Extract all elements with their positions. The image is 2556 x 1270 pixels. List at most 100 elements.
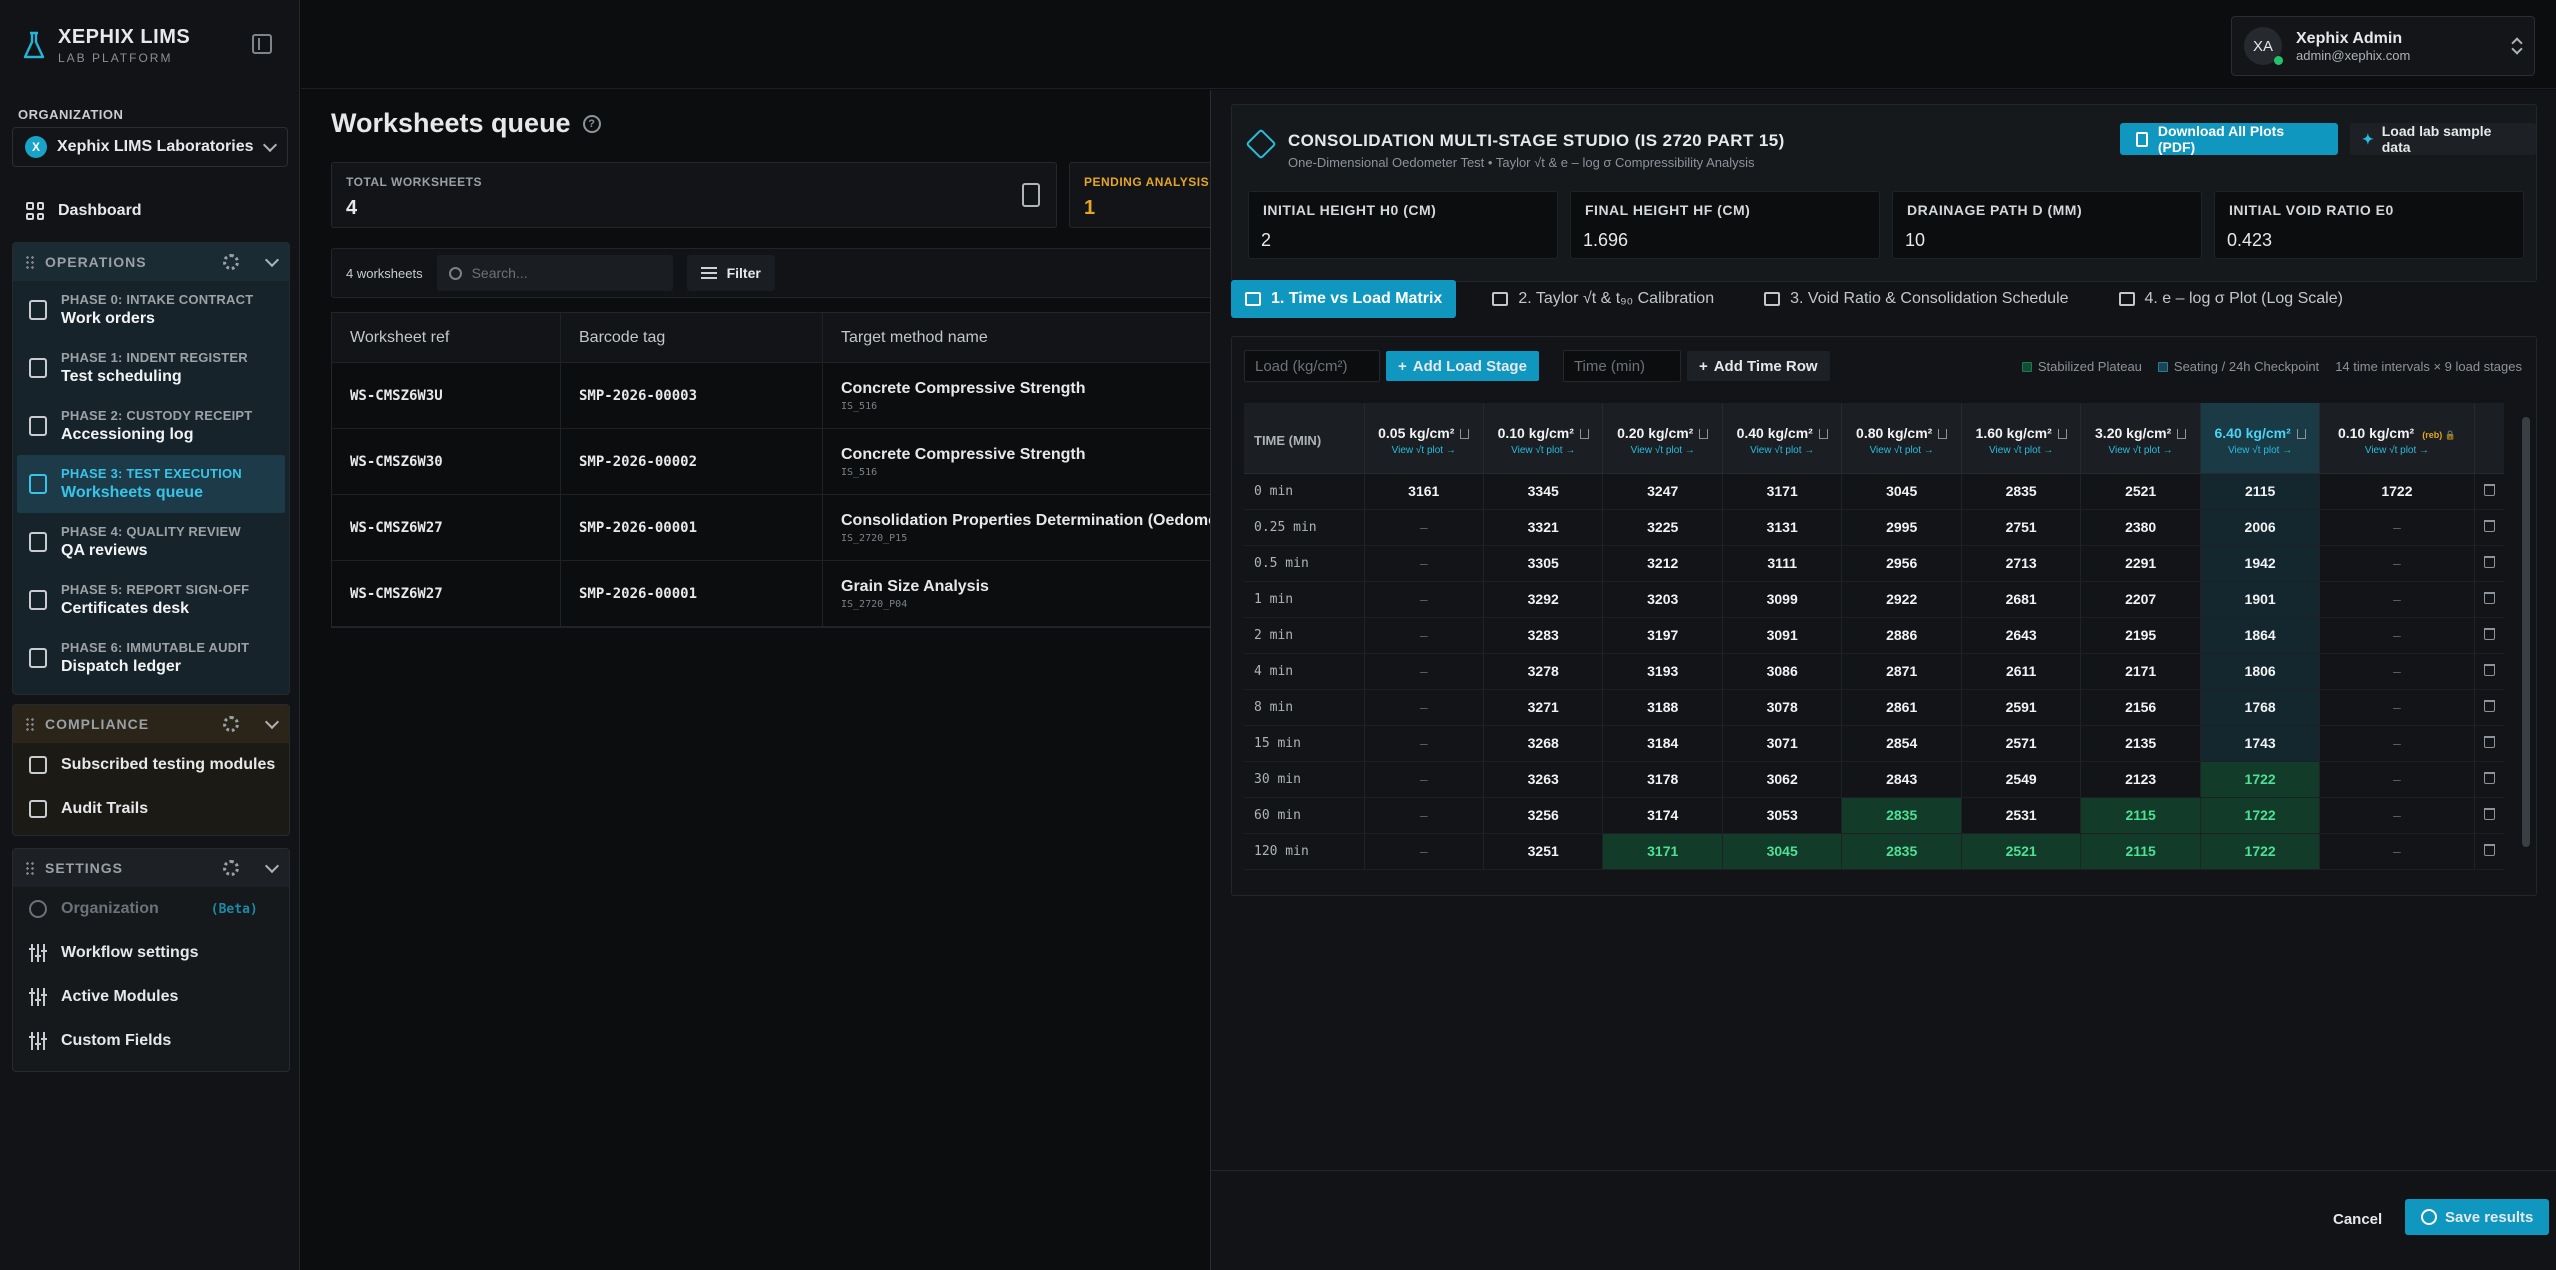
add-time-row-button[interactable]: + Add Time Row	[1686, 351, 1830, 381]
dial-reading-cell[interactable]: 1942	[2200, 545, 2321, 582]
dial-reading-cell[interactable]: 3078	[1722, 689, 1843, 726]
matrix-scrollbar[interactable]	[2522, 407, 2530, 867]
nav-phase-3[interactable]: PHASE 3: TEST EXECUTION Worksheets queue	[17, 455, 285, 513]
tab-void-ratio[interactable]: 3. Void Ratio & Consolidation Schedule	[1750, 280, 2082, 318]
dial-reading-cell[interactable]: 1722	[2200, 833, 2321, 870]
dial-reading-cell[interactable]: 3263	[1483, 761, 1604, 798]
dial-reading-cell[interactable]: 3256	[1483, 797, 1604, 834]
column-header[interactable]: Barcode tag	[561, 313, 823, 362]
nav-dashboard[interactable]: Dashboard	[12, 196, 288, 226]
trash-icon[interactable]	[2483, 520, 2495, 532]
dial-reading-cell[interactable]: 2591	[1961, 689, 2082, 726]
dial-reading-cell[interactable]: 2713	[1961, 545, 2082, 582]
dial-reading-cell[interactable]: 2207	[2080, 581, 2201, 618]
dial-reading-cell[interactable]: –	[2319, 761, 2475, 798]
dial-reading-cell[interactable]: 3161	[1364, 473, 1484, 510]
nav-phase-5[interactable]: PHASE 5: REPORT SIGN-OFF Certificates des…	[13, 571, 289, 629]
tab-time-load-matrix[interactable]: 1. Time vs Load Matrix	[1231, 280, 1457, 318]
dial-reading-cell[interactable]: 2956	[1841, 545, 1962, 582]
dial-reading-cell[interactable]: 3193	[1602, 653, 1723, 690]
dial-reading-cell[interactable]: 2531	[1961, 797, 2082, 834]
dial-reading-cell[interactable]: –	[1364, 545, 1484, 582]
view-plot-link[interactable]: View √t plot →	[1723, 445, 1841, 456]
dial-reading-cell[interactable]: 2115	[2080, 833, 2201, 870]
trash-icon[interactable]	[2483, 664, 2495, 676]
drag-handle-icon[interactable]	[25, 255, 35, 269]
view-plot-link[interactable]: View √t plot →	[2201, 445, 2319, 456]
dial-reading-cell[interactable]: –	[2319, 833, 2475, 870]
dial-reading-cell[interactable]: 1722	[2200, 797, 2321, 834]
dial-reading-cell[interactable]: 2843	[1841, 761, 1962, 798]
dial-reading-cell[interactable]: 1864	[2200, 617, 2321, 654]
trash-icon[interactable]	[2177, 429, 2187, 440]
chevron-down-icon[interactable]	[264, 714, 280, 730]
dial-reading-cell[interactable]: 2521	[1961, 833, 2082, 870]
trash-icon[interactable]	[2483, 700, 2495, 712]
view-plot-link[interactable]: View √t plot →	[2081, 445, 2199, 456]
gear-icon[interactable]	[223, 254, 239, 270]
dial-reading-cell[interactable]: 2835	[1841, 833, 1962, 870]
dial-reading-cell[interactable]: –	[1364, 653, 1484, 690]
trash-icon[interactable]	[1818, 429, 1828, 440]
dial-reading-cell[interactable]: –	[1364, 509, 1484, 546]
dial-reading-cell[interactable]: 2751	[1961, 509, 2082, 546]
dial-reading-cell[interactable]: 3178	[1602, 761, 1723, 798]
nav-phase-0[interactable]: PHASE 0: INTAKE CONTRACT Work orders	[13, 281, 289, 339]
dial-reading-cell[interactable]: 2006	[2200, 509, 2321, 546]
dial-reading-cell[interactable]: –	[1364, 761, 1484, 798]
load-stage-header[interactable]: 0.10 kg/cm² (reb) 🔒 View √t plot →	[2319, 403, 2475, 474]
nav-phase-2[interactable]: PHASE 2: CUSTODY RECEIPT Accessioning log	[13, 397, 289, 455]
cancel-button[interactable]: Cancel	[2333, 1211, 2382, 1228]
trash-icon[interactable]	[2296, 429, 2306, 440]
compliance-group-header[interactable]: COMPLIANCE	[13, 705, 289, 743]
param-final-height[interactable]: FINAL HEIGHT HF (CM) 1.696	[1570, 191, 1880, 259]
trash-icon[interactable]	[1460, 429, 1470, 440]
dial-reading-cell[interactable]: 3045	[1841, 473, 1962, 510]
view-plot-link[interactable]: View √t plot →	[1962, 445, 2080, 456]
dial-reading-cell[interactable]: 2115	[2080, 797, 2201, 834]
nav-active-modules[interactable]: Active Modules	[13, 975, 289, 1019]
trash-icon[interactable]	[1938, 429, 1948, 440]
dial-reading-cell[interactable]: 2886	[1841, 617, 1962, 654]
dial-reading-cell[interactable]: –	[2319, 617, 2475, 654]
trash-icon[interactable]	[1579, 429, 1589, 440]
dial-reading-cell[interactable]: 3171	[1602, 833, 1723, 870]
dial-reading-cell[interactable]: 3203	[1602, 581, 1723, 618]
dial-reading-cell[interactable]: –	[2319, 797, 2475, 834]
dial-reading-cell[interactable]: 3278	[1483, 653, 1604, 690]
nav-phase-6[interactable]: PHASE 6: IMMUTABLE AUDIT Dispatch ledger	[13, 629, 289, 687]
dial-reading-cell[interactable]: 3091	[1722, 617, 1843, 654]
dial-reading-cell[interactable]: 1901	[2200, 581, 2321, 618]
drag-handle-icon[interactable]	[25, 717, 35, 731]
dial-reading-cell[interactable]: 2643	[1961, 617, 2082, 654]
dial-reading-cell[interactable]: 3283	[1483, 617, 1604, 654]
dial-reading-cell[interactable]: 3099	[1722, 581, 1843, 618]
param-drainage-path[interactable]: DRAINAGE PATH D (MM) 10	[1892, 191, 2202, 259]
dial-reading-cell[interactable]: 2291	[2080, 545, 2201, 582]
load-stage-header[interactable]: 0.10 kg/cm² View √t plot →	[1483, 403, 1604, 474]
param-void-ratio[interactable]: INITIAL VOID RATIO E0 0.423	[2214, 191, 2524, 259]
dial-reading-cell[interactable]: 1768	[2200, 689, 2321, 726]
dial-reading-cell[interactable]: 2156	[2080, 689, 2201, 726]
trash-icon[interactable]	[2483, 772, 2495, 784]
trash-icon[interactable]	[2483, 556, 2495, 568]
dial-reading-cell[interactable]: 3045	[1722, 833, 1843, 870]
load-stage-header[interactable]: 3.20 kg/cm² View √t plot →	[2080, 403, 2201, 474]
dial-reading-cell[interactable]: 3053	[1722, 797, 1843, 834]
dial-reading-cell[interactable]: –	[1364, 833, 1484, 870]
dial-reading-cell[interactable]: 2171	[2080, 653, 2201, 690]
chevron-down-icon[interactable]	[264, 858, 280, 874]
view-plot-link[interactable]: View √t plot →	[1365, 445, 1483, 456]
load-stage-header[interactable]: 0.20 kg/cm² View √t plot →	[1602, 403, 1723, 474]
scrollbar-thumb[interactable]	[2522, 417, 2530, 847]
load-stage-header[interactable]: 1.60 kg/cm² View √t plot →	[1961, 403, 2082, 474]
download-plots-button[interactable]: Download All Plots (PDF)	[2120, 123, 2338, 155]
dial-reading-cell[interactable]: 3197	[1602, 617, 1723, 654]
dial-reading-cell[interactable]: 2521	[2080, 473, 2201, 510]
nav-workflow-settings[interactable]: Workflow settings	[13, 931, 289, 975]
dial-reading-cell[interactable]: 2995	[1841, 509, 1962, 546]
trash-icon[interactable]	[2483, 628, 2495, 640]
dial-reading-cell[interactable]: 2115	[2200, 473, 2321, 510]
dial-reading-cell[interactable]: 2611	[1961, 653, 2082, 690]
dial-reading-cell[interactable]: 2123	[2080, 761, 2201, 798]
